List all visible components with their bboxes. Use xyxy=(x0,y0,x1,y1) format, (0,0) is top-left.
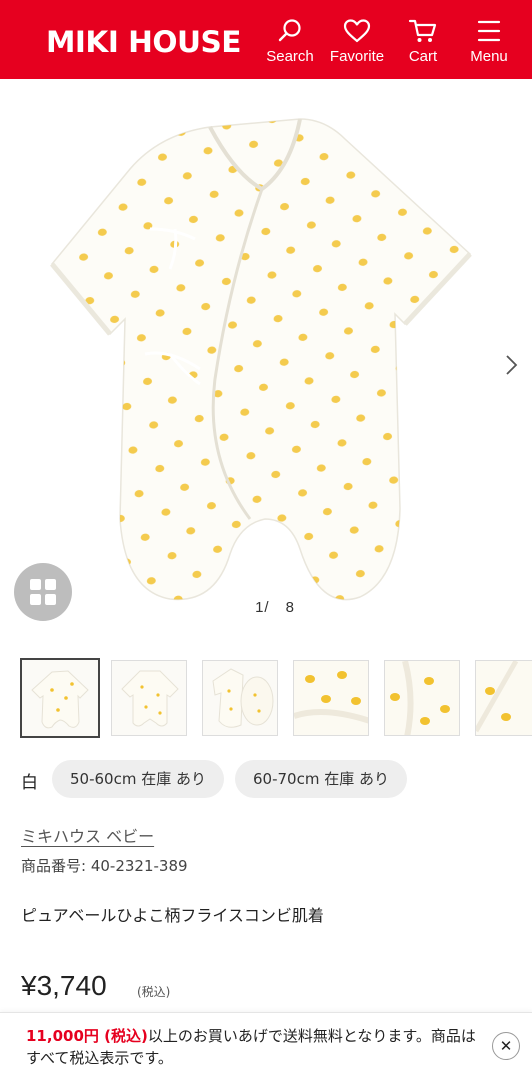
thumbnail-garment-icon xyxy=(212,668,274,728)
thumbnail-item[interactable] xyxy=(20,658,100,738)
thumbnail-item[interactable] xyxy=(475,660,532,736)
banner-message: 11,000円 (税込)以上のお買いあげで送料無料となります。商品はすべて税込表… xyxy=(26,1025,480,1069)
free-shipping-banner: 11,000円 (税込)以上のお買いあげで送料無料となります。商品はすべて税込表… xyxy=(0,1012,532,1081)
thumbnail-item[interactable] xyxy=(202,660,278,736)
tax-note: (税込) xyxy=(137,985,171,999)
gallery-grid-button[interactable] xyxy=(14,563,72,621)
size-option-60-70[interactable]: 60-70cm 在庫 あり xyxy=(235,760,407,798)
thumbnail-fabric-closeup-icon xyxy=(476,661,532,735)
cart-label: Cart xyxy=(408,48,438,65)
product-price: ¥3,740 xyxy=(21,970,107,1001)
cart-button[interactable]: Cart xyxy=(400,18,446,72)
thumbnail-item[interactable] xyxy=(111,660,187,736)
thumbnail-item[interactable] xyxy=(384,660,460,736)
baby-garment-illustration xyxy=(50,118,472,601)
search-label: Search xyxy=(266,48,314,65)
product-number: 商品番号: 40-2321-389 xyxy=(21,857,188,875)
thumbnail-fabric-closeup-icon xyxy=(294,661,368,735)
search-button[interactable]: Search xyxy=(262,18,318,72)
thumbnail-fabric-closeup-icon xyxy=(385,661,459,735)
chevron-right-icon[interactable] xyxy=(500,352,522,378)
hamburger-icon xyxy=(477,20,501,42)
color-label: 白 xyxy=(21,773,38,793)
miki-house-logo[interactable]: MIKI HOUSE xyxy=(46,22,242,62)
favorite-button[interactable]: Favorite xyxy=(326,18,388,72)
free-shipping-amount: 11,000円 (税込) xyxy=(26,1027,148,1045)
menu-button[interactable]: Menu xyxy=(463,18,515,72)
thumbnail-garment-icon xyxy=(31,670,89,729)
heart-icon xyxy=(343,19,371,43)
thumbnail-strip xyxy=(20,658,532,740)
favorite-label: Favorite xyxy=(329,48,385,65)
image-counter: 1/ 8 xyxy=(255,599,295,616)
close-banner-button[interactable]: ✕ xyxy=(492,1032,520,1060)
size-option-50-60[interactable]: 50-60cm 在庫 あり xyxy=(52,760,224,798)
thumbnail-item[interactable] xyxy=(293,660,369,736)
search-icon xyxy=(278,19,301,42)
logo-text: MIKI HOUSE xyxy=(46,25,242,59)
menu-label: Menu xyxy=(470,48,508,65)
grid-icon xyxy=(30,579,56,605)
product-name: ピュアベールひよこ柄フライスコンビ肌着 xyxy=(21,906,324,925)
cart-icon xyxy=(408,19,437,42)
product-main-image[interactable] xyxy=(0,79,532,649)
site-header: MIKI HOUSE Search Favorite Cart Menu xyxy=(0,0,532,79)
brand-link[interactable]: ミキハウス ベビー xyxy=(21,823,154,847)
close-icon: ✕ xyxy=(499,1037,513,1055)
thumbnail-garment-icon xyxy=(121,670,179,727)
